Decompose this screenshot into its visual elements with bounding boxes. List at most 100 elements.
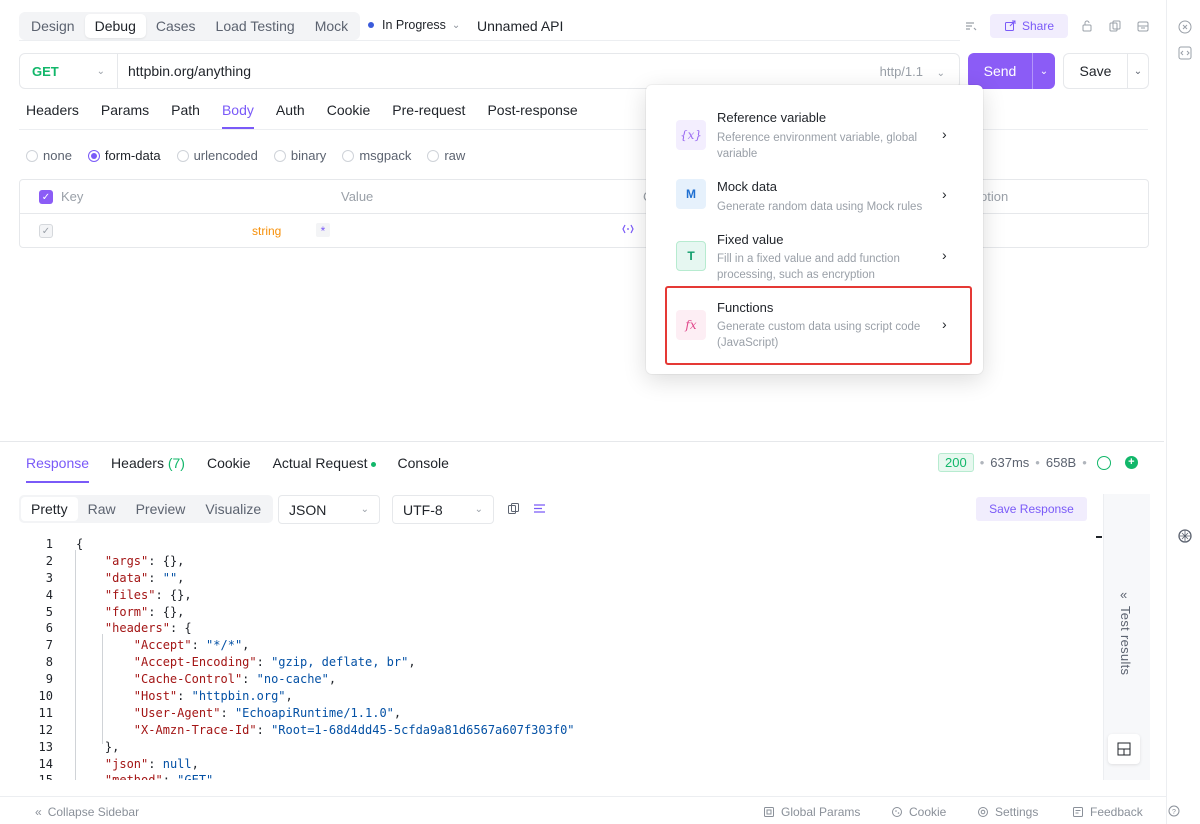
radio-checked-icon bbox=[87, 149, 100, 162]
radio-form-data[interactable]: form-data bbox=[87, 148, 161, 163]
url-input[interactable]: httpbin.org/anything bbox=[118, 63, 880, 79]
menu-item-fixed-value[interactable]: T Fixed value Fill in a fixed value and … bbox=[646, 226, 983, 286]
select-all-checkbox[interactable]: ✓ bbox=[39, 190, 53, 204]
tab-params[interactable]: Params bbox=[101, 101, 149, 129]
tab-cookie[interactable]: Cookie bbox=[327, 101, 371, 129]
lock-icon[interactable] bbox=[1078, 17, 1096, 35]
app-window: Design Debug Cases Load Testing Mock In … bbox=[0, 0, 1200, 824]
collapse-left-icon[interactable]: « bbox=[1120, 587, 1127, 602]
radio-binary[interactable]: binary bbox=[273, 148, 326, 163]
save-button[interactable]: Save bbox=[1064, 54, 1128, 88]
archive-icon[interactable] bbox=[1134, 17, 1152, 35]
code-line: 2 "args": {}, bbox=[19, 553, 1099, 570]
code-line: 7 "Accept": "*/*", bbox=[19, 637, 1099, 654]
tab-visualize[interactable]: Visualize bbox=[195, 497, 271, 521]
global-params-button[interactable]: Global Params bbox=[763, 805, 860, 819]
tab-debug[interactable]: Debug bbox=[84, 14, 146, 38]
collapse-sidebar-button[interactable]: « Collapse Sidebar bbox=[35, 805, 139, 819]
code-text: }, bbox=[76, 739, 120, 754]
globe-icon[interactable] bbox=[1096, 455, 1111, 470]
line-number: 8 bbox=[45, 655, 53, 670]
copy-icon[interactable] bbox=[1106, 17, 1124, 35]
tab-preview[interactable]: Preview bbox=[126, 497, 196, 521]
radio-label: raw bbox=[444, 148, 466, 163]
line-number: 14 bbox=[38, 756, 53, 771]
tab-path[interactable]: Path bbox=[171, 101, 200, 129]
type-select[interactable]: string bbox=[252, 224, 281, 238]
menu-item-reference-variable[interactable]: {x} Reference variable Reference environ… bbox=[646, 103, 983, 163]
tab-console[interactable]: Console bbox=[398, 455, 449, 483]
doc-edit-icon[interactable] bbox=[962, 17, 980, 35]
tab-post-response[interactable]: Post-response bbox=[487, 101, 577, 129]
status-dot-icon bbox=[370, 461, 376, 467]
format-select[interactable]: JSON ⌄ bbox=[278, 495, 380, 524]
tab-pre-request[interactable]: Pre-request bbox=[392, 101, 465, 129]
code-line: 4 "files": {}, bbox=[19, 587, 1099, 604]
line-number: 10 bbox=[38, 689, 53, 704]
cookie-button[interactable]: Cookie bbox=[891, 805, 946, 819]
row-checkbox[interactable]: ✓ bbox=[39, 224, 53, 238]
variable-insert-icon[interactable] bbox=[622, 223, 634, 238]
send-options-chevron-icon[interactable]: ⌄ bbox=[1033, 53, 1055, 89]
api-name[interactable]: Unnamed API bbox=[477, 18, 563, 34]
close-circle-icon[interactable] bbox=[1176, 18, 1194, 36]
settings-button[interactable]: Settings bbox=[977, 805, 1038, 819]
radio-raw[interactable]: raw bbox=[427, 148, 465, 163]
tab-mock[interactable]: Mock bbox=[305, 14, 358, 38]
code-line: 13 }, bbox=[19, 739, 1099, 756]
menu-item-mock-data[interactable]: M Mock data Generate random data using M… bbox=[646, 173, 983, 233]
tab-actual-request[interactable]: Actual Request bbox=[273, 455, 376, 483]
radio-msgpack[interactable]: msgpack bbox=[342, 148, 411, 163]
tab-design[interactable]: Design bbox=[21, 14, 85, 38]
code-icon[interactable] bbox=[1176, 44, 1194, 62]
encoding-label: UTF-8 bbox=[403, 501, 443, 518]
tab-pretty[interactable]: Pretty bbox=[21, 497, 78, 521]
tab-body[interactable]: Body bbox=[221, 101, 254, 129]
feedback-button[interactable]: Feedback bbox=[1072, 805, 1143, 819]
radio-none[interactable]: none bbox=[26, 148, 72, 163]
svg-text:?: ? bbox=[1172, 809, 1176, 816]
tab-load-testing[interactable]: Load Testing bbox=[206, 14, 305, 38]
code-line: 1{ bbox=[19, 536, 1099, 553]
code-text: "User-Agent": "EchoapiRuntime/1.1.0", bbox=[133, 705, 402, 720]
ai-assistant-icon[interactable] bbox=[1176, 527, 1194, 545]
encoding-select[interactable]: UTF-8 ⌄ bbox=[392, 495, 494, 524]
tab-cases[interactable]: Cases bbox=[146, 14, 206, 38]
help-icon[interactable]: ? bbox=[1168, 805, 1180, 817]
required-toggle[interactable]: * bbox=[316, 223, 330, 238]
format-lines-icon[interactable] bbox=[533, 502, 546, 518]
protocol-select[interactable]: http/1.1 ⌄ bbox=[880, 64, 945, 79]
protocol-label: http/1.1 bbox=[879, 63, 923, 79]
chevron-down-icon: ⌄ bbox=[360, 504, 369, 515]
method-select[interactable]: GET ⌄ bbox=[20, 54, 118, 88]
tab-response[interactable]: Response bbox=[26, 455, 90, 483]
test-results-label[interactable]: Test results bbox=[1118, 606, 1133, 675]
separator: • bbox=[979, 455, 985, 470]
share-button[interactable]: Share bbox=[990, 14, 1069, 38]
global-params-icon bbox=[764, 807, 774, 817]
add-circle-icon[interactable]: + bbox=[1124, 456, 1138, 469]
send-button[interactable]: Send bbox=[968, 53, 1033, 89]
status-dropdown[interactable]: In Progress ⌄ bbox=[368, 18, 460, 32]
tab-headers[interactable]: Headers bbox=[26, 101, 79, 129]
tab-auth[interactable]: Auth bbox=[276, 101, 305, 129]
divider bbox=[19, 40, 960, 41]
response-code-viewer[interactable]: 1{2 "args": {}, 3 "data": "", 4 "files": {… bbox=[19, 536, 1099, 780]
line-number: 6 bbox=[45, 621, 53, 636]
tab-response-cookie[interactable]: Cookie bbox=[207, 455, 251, 483]
line-number: 12 bbox=[38, 722, 53, 737]
col-key: Key bbox=[61, 189, 84, 204]
save-button-group: Save ⌄ bbox=[1063, 53, 1149, 89]
save-options-chevron-icon[interactable]: ⌄ bbox=[1128, 54, 1148, 88]
layout-panel-icon[interactable] bbox=[1108, 734, 1140, 764]
chevron-right-icon: › bbox=[942, 186, 947, 202]
save-response-button[interactable]: Save Response bbox=[976, 497, 1087, 521]
tab-response-headers[interactable]: Headers (7) bbox=[111, 455, 185, 483]
text-cursor bbox=[1096, 536, 1102, 538]
tab-raw[interactable]: Raw bbox=[78, 497, 126, 521]
radio-urlencoded[interactable]: urlencoded bbox=[176, 148, 258, 163]
line-number: 15 bbox=[19, 772, 53, 780]
col-description: ption bbox=[980, 189, 1009, 204]
line-number: 7 bbox=[45, 638, 53, 653]
copy-icon[interactable] bbox=[507, 502, 520, 518]
